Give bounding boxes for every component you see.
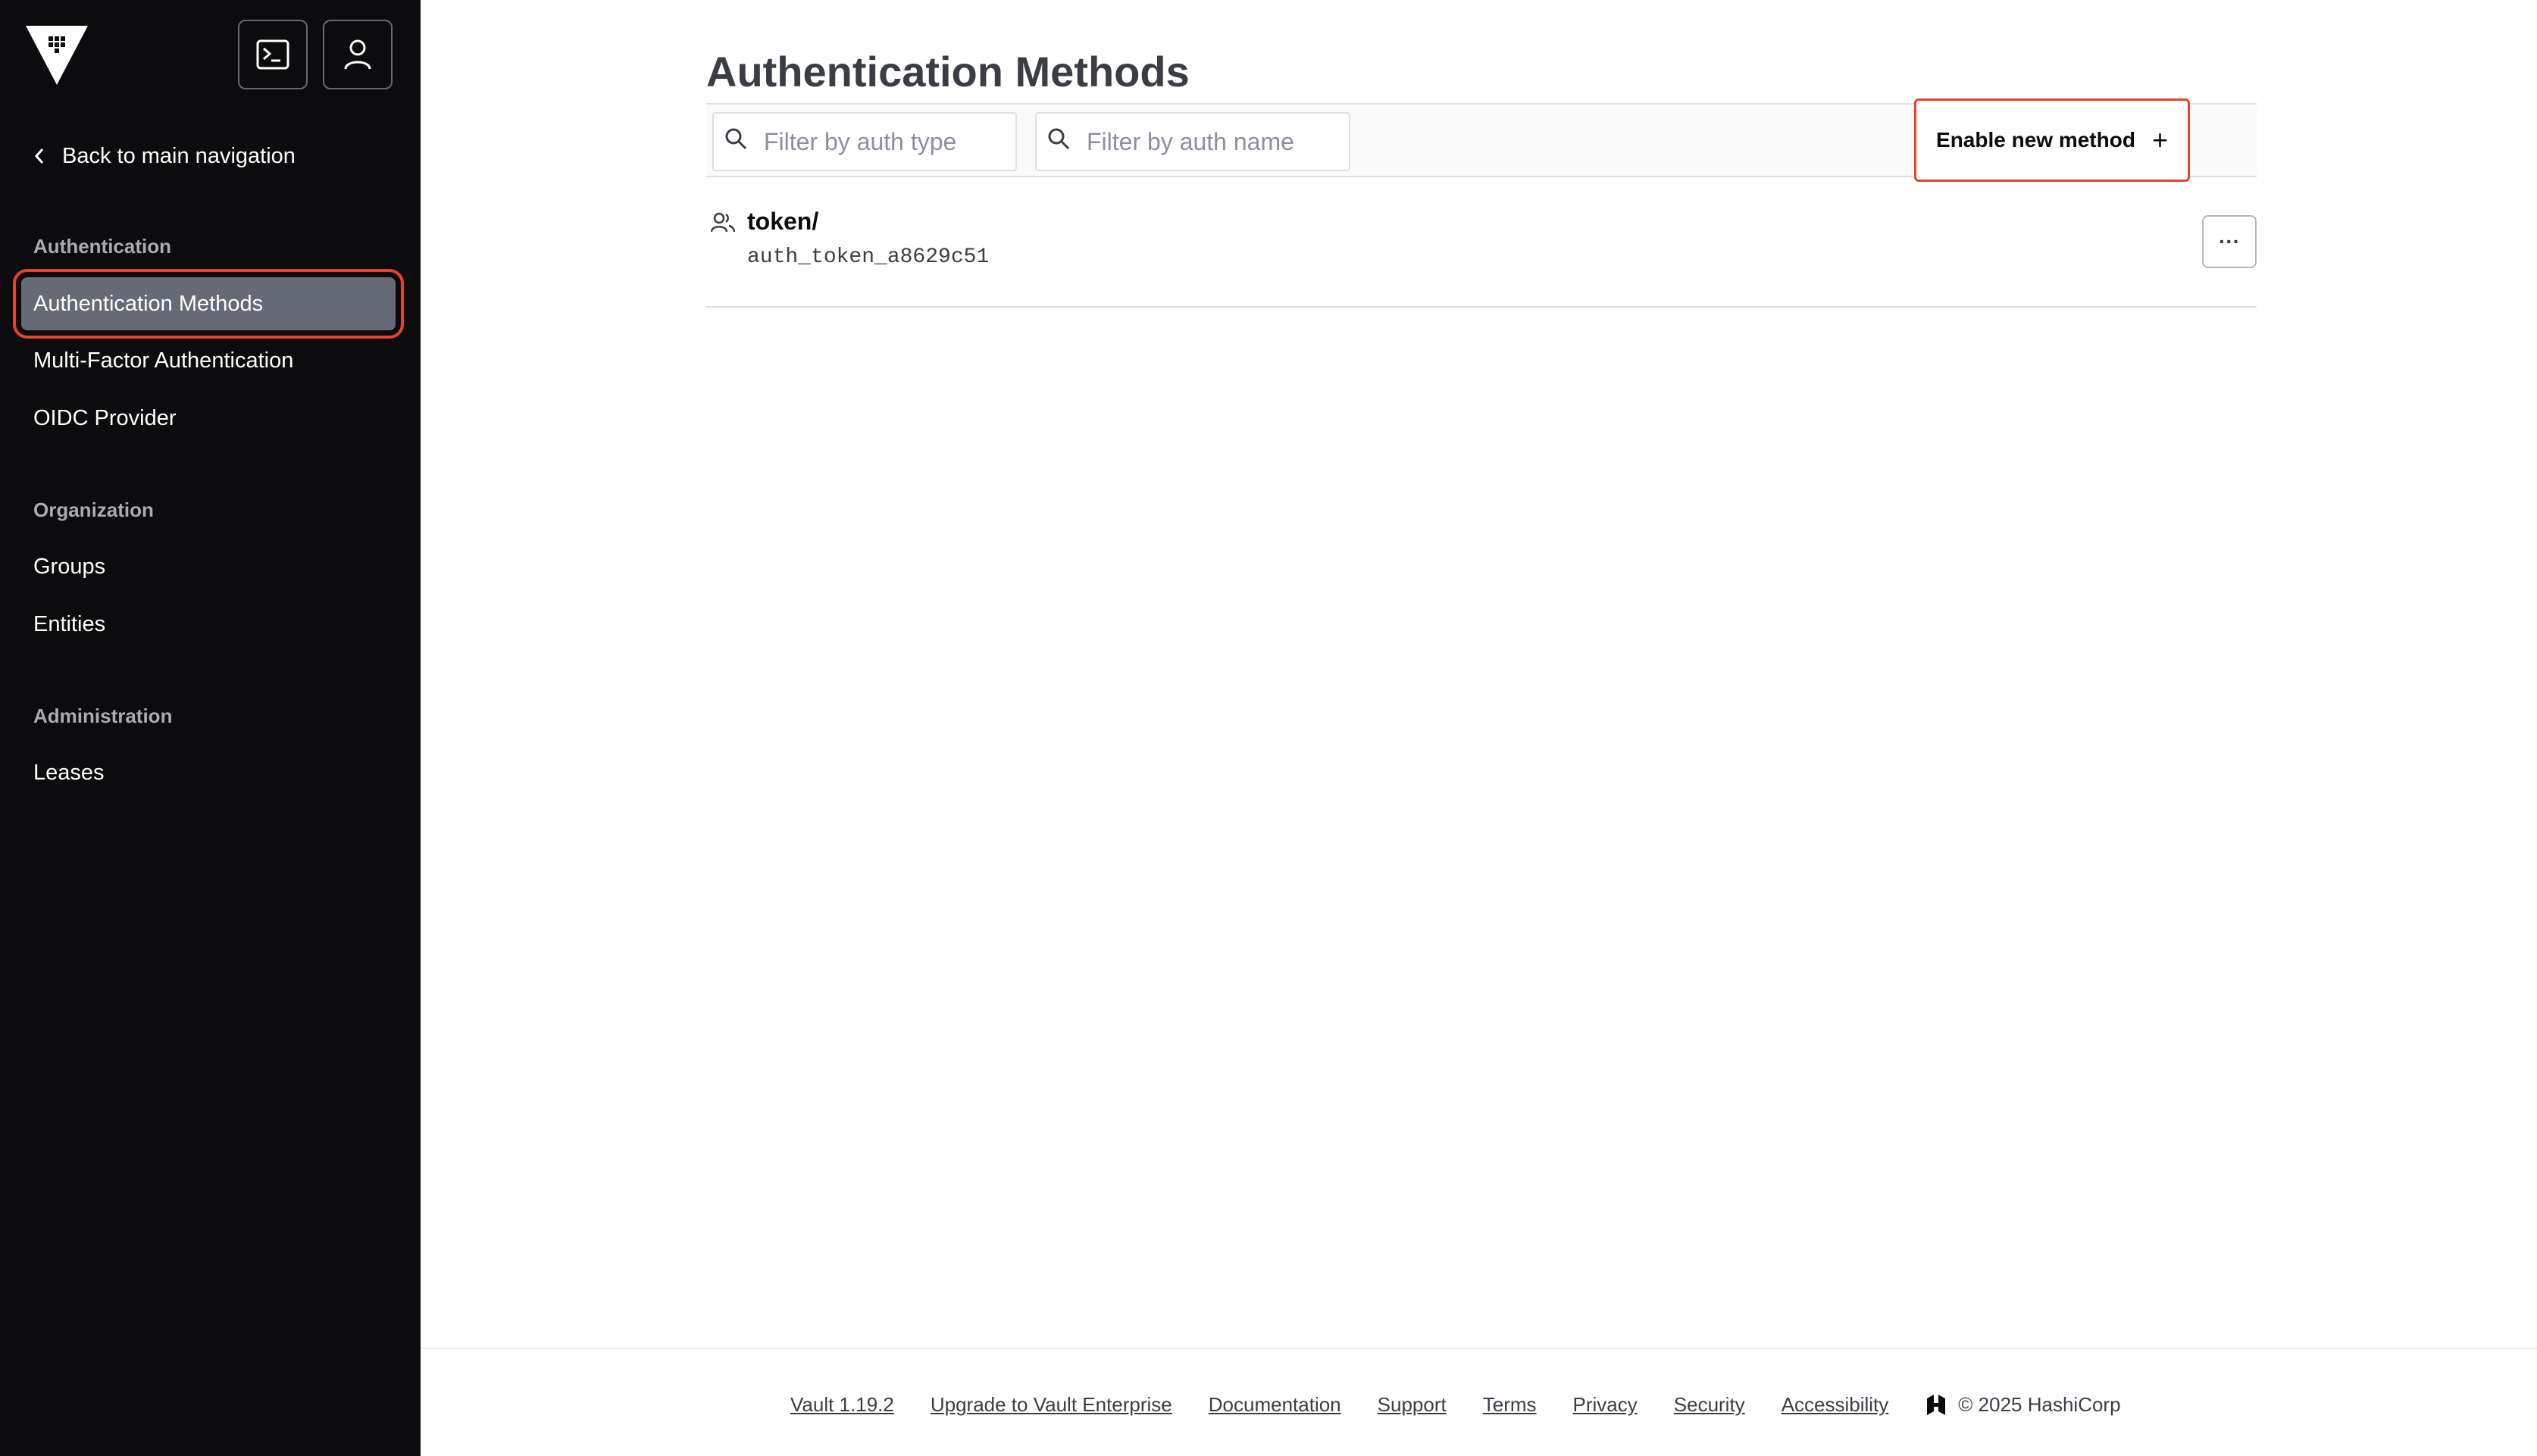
footer-link-security[interactable]: Security xyxy=(1674,1393,1745,1417)
search-icon xyxy=(725,128,747,150)
footer-links: Vault 1.19.2 Upgrade to Vault Enterprise… xyxy=(790,1393,2121,1417)
copyright-text: © 2025 HashiCorp xyxy=(1958,1393,2121,1416)
footer-link-privacy[interactable]: Privacy xyxy=(1573,1393,1638,1417)
footer-link-upgrade[interactable]: Upgrade to Vault Enterprise xyxy=(931,1393,1172,1417)
sidebar-item-label: Authentication Methods xyxy=(33,291,264,316)
sidebar-item-oidc-provider[interactable]: OIDC Provider xyxy=(33,406,177,431)
chevron-left-icon xyxy=(34,148,44,164)
auth-method-accessor: auth_token_a8629c51 xyxy=(747,245,990,269)
sidebar: Back to main navigation Authentication A… xyxy=(0,0,421,1456)
footer-link-documentation[interactable]: Documentation xyxy=(1209,1393,1341,1417)
filter-toolbar: Enable new method + xyxy=(706,98,2257,182)
section-label-authentication: Authentication xyxy=(33,235,171,258)
hashicorp-logo-icon xyxy=(1927,1394,1946,1415)
auth-name-filter[interactable] xyxy=(1035,112,1350,171)
auth-name-filter-input[interactable] xyxy=(1085,127,1331,157)
footer-link-support[interactable]: Support xyxy=(1378,1393,1447,1417)
enable-new-method-button[interactable]: Enable new method + xyxy=(1914,98,2190,182)
copyright: © 2025 HashiCorp xyxy=(1925,1393,2121,1417)
more-options-button[interactable]: ··· xyxy=(2202,215,2257,268)
back-to-main-navigation-link[interactable]: Back to main navigation xyxy=(33,141,296,171)
back-link-label: Back to main navigation xyxy=(62,143,296,168)
footer-link-terms[interactable]: Terms xyxy=(1483,1393,1537,1417)
sidebar-item-leases[interactable]: Leases xyxy=(33,761,105,786)
auth-type-filter[interactable] xyxy=(712,112,1017,171)
user-menu-button[interactable] xyxy=(323,20,393,89)
console-button[interactable] xyxy=(238,20,308,89)
user-icon xyxy=(344,39,371,70)
footer-link-version[interactable]: Vault 1.19.2 xyxy=(790,1393,894,1417)
terminal-icon xyxy=(256,39,289,70)
sidebar-item-groups[interactable]: Groups xyxy=(33,555,105,580)
auth-method-path[interactable]: token/ xyxy=(747,208,818,236)
sidebar-item-multi-factor-authentication[interactable]: Multi-Factor Authentication xyxy=(33,348,293,373)
enable-new-method-label: Enable new method xyxy=(1936,128,2135,152)
vault-logo-icon[interactable] xyxy=(26,26,88,85)
ellipsis-icon: ··· xyxy=(2219,230,2240,253)
users-icon xyxy=(711,212,735,233)
sidebar-item-entities[interactable]: Entities xyxy=(33,612,105,637)
page-title: Authentication Methods xyxy=(706,48,1190,95)
auth-method-row[interactable]: token/ auth_token_a8629c51 ··· xyxy=(706,192,2257,308)
footer-link-accessibility[interactable]: Accessibility xyxy=(1782,1393,1889,1417)
footer: Vault 1.19.2 Upgrade to Vault Enterprise… xyxy=(421,1348,2537,1456)
section-label-administration: Administration xyxy=(33,705,173,727)
sidebar-item-authentication-methods[interactable]: Authentication Methods xyxy=(13,269,404,339)
search-icon xyxy=(1048,128,1070,150)
plus-icon: + xyxy=(2151,124,2168,155)
auth-type-filter-input[interactable] xyxy=(762,127,1008,157)
section-label-organization: Organization xyxy=(33,498,154,521)
